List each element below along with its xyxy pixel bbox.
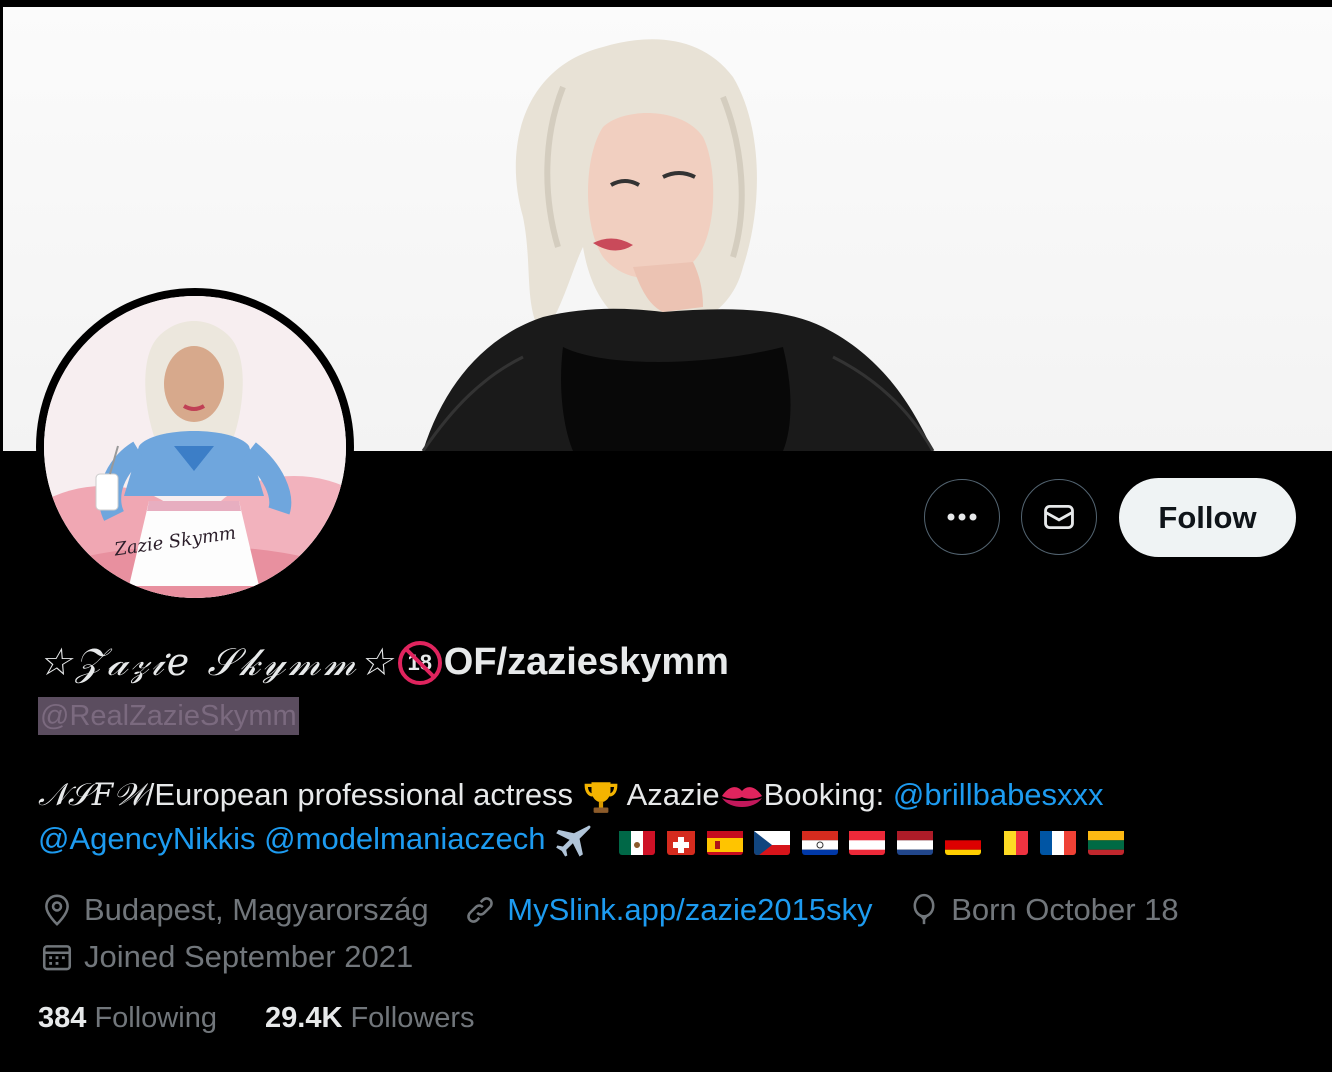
meta-birthday: Born October 18 [907,890,1179,930]
mention-modelmaniaczech[interactable]: @modelmaniaczech [264,821,545,856]
flag-switzerland-icon [666,827,695,855]
followers-label: Followers [350,1002,475,1034]
envelope-icon [1044,504,1074,530]
followers-count: 29.4K [265,1002,343,1034]
flag-mexico-icon [619,827,656,855]
joined-text: Joined September 2021 [84,939,414,974]
message-button[interactable] [1021,479,1097,555]
more-button[interactable] [924,479,1000,555]
link-icon [467,897,494,923]
mention-agencynikkis[interactable]: @AgencyNikkis [38,821,256,856]
website-link[interactable]: MySlink.app/zazie2015sky [507,890,872,930]
mention-brillbabesxxx[interactable]: @brillbabesxxx [893,777,1104,812]
meta-website[interactable]: MySlink.app/zazie2015sky [463,890,873,930]
meta-location: Budapest, Magyarország [40,890,429,930]
location-text: Budapest, Magyarország [84,892,429,927]
following-count: 384 [38,1002,87,1034]
balloon-icon [913,893,935,925]
window-top-edge [0,0,1332,7]
profile-avatar[interactable]: Zazie Skymm [36,288,354,606]
flag-spain-icon [706,827,743,855]
flag-france-icon [1039,827,1076,855]
kiss-mark-icon [721,786,762,807]
airplane-icon [556,825,591,857]
bio-line-2: @AgencyNikkis @modelmaniaczech [38,817,1298,861]
more-icon [947,513,977,521]
display-name-suffix: OF/zazieskymm [443,641,729,683]
bio-text-1: /European professional actress [145,777,582,812]
display-name: ☆𝒵𝒶𝓏𝒾𝑒 𝒮𝓀𝓎𝓂𝓂☆ 18 OF/zazieskymm [38,640,729,685]
display-name-script: ☆𝒵𝒶𝓏𝒾𝑒 𝒮𝓀𝓎𝓂𝓂☆ [38,640,396,684]
location-pin-icon [45,894,69,926]
avatar-illustration [44,296,346,598]
trophy-icon [584,782,618,813]
follow-button[interactable]: Follow [1119,478,1296,557]
flag-czechia-icon [754,827,791,855]
profile-stats: 384 Following 29.4K Followers [38,1002,515,1035]
bio-text-2: Azazie [619,777,720,812]
window-left-edge [0,0,3,450]
no-under-18-icon: 18 [397,640,442,685]
meta-joined: Joined September 2021 [40,937,413,977]
profile-bio: 𝒩𝒮𝐹𝒲/European professional actress Azazi… [38,773,1298,861]
flag-paraguay-icon [801,827,838,855]
flag-germany-icon [944,827,981,855]
calendar-icon [42,945,72,971]
avatar-image: Zazie Skymm [44,296,346,598]
bio-text-3: Booking: [763,777,893,812]
birthday-text: Born October 18 [951,892,1179,927]
following-link[interactable]: 384 Following [38,1002,217,1035]
flag-belgium-icon [992,827,1029,855]
profile-handle: @RealZazieSkymm [38,697,299,735]
flag-lithuania-icon [1087,827,1124,855]
followers-link[interactable]: 29.4K Followers [265,1002,475,1035]
following-label: Following [94,1002,217,1034]
flag-netherlands-icon [897,827,934,855]
profile-meta: Budapest, Magyarország MySlink.app/zazie… [40,890,1320,984]
bio-nsfw: 𝒩𝒮𝐹𝒲 [38,777,146,813]
flag-austria-icon [849,827,886,855]
bio-line-1: 𝒩𝒮𝐹𝒲/European professional actress Azazi… [38,773,1298,817]
no-under-18-number: 18 [407,649,433,675]
